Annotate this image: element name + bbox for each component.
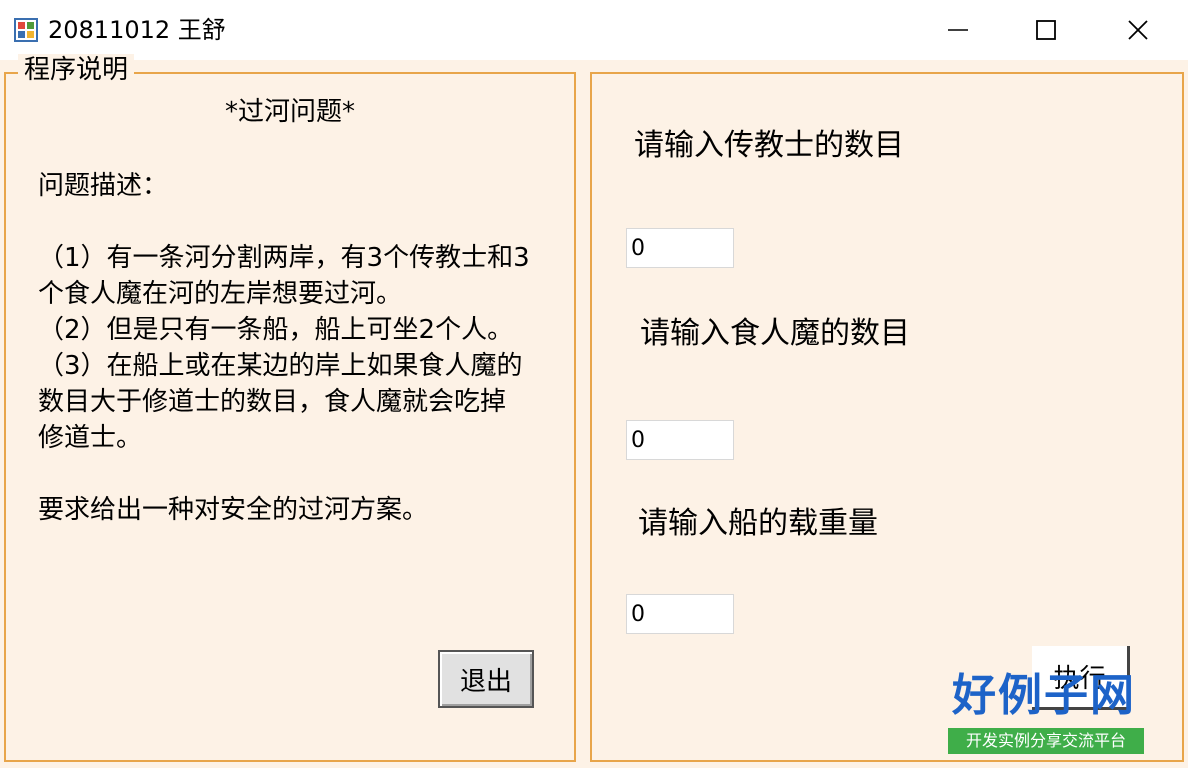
desc-line: 修道士。 <box>38 423 143 453</box>
window-title: 20811012 王舒 <box>48 16 226 44</box>
watermark-logo-text: 好例子网 <box>952 670 1136 721</box>
cannibal-count-input[interactable] <box>626 420 734 460</box>
requirement-text: 要求给出一种对安全的过河方案。 <box>38 495 429 525</box>
minimize-icon <box>948 29 968 31</box>
missionary-count-input[interactable] <box>626 228 734 268</box>
maximize-icon <box>1036 20 1056 40</box>
desc-line: （3）在船上或在某边的岸上如果食人魔的 <box>38 351 523 381</box>
desc-title: 问题描述： <box>38 171 169 201</box>
exit-button[interactable]: 退出 <box>438 650 534 708</box>
app-icon <box>14 18 38 42</box>
title-bar: 20811012 王舒 <box>0 0 1188 60</box>
boat-capacity-label: 请输入船的载重量 <box>638 506 878 541</box>
problem-heading: *过河问题* <box>224 97 355 127</box>
client-area: 程序说明 *过河问题* 问题描述： （1）有一条河分割两岸，有3个传教士和3 个… <box>0 54 1188 768</box>
site-watermark: 好例子网 开发实例分享交流平台 <box>948 668 1144 760</box>
program-description-group: 程序说明 *过河问题* 问题描述： （1）有一条河分割两岸，有3个传教士和3 个… <box>4 54 576 762</box>
group-legend: 程序说明 <box>18 54 135 86</box>
problem-description: 问题描述： （1）有一条河分割两岸，有3个传教士和3 个食人魔在河的左岸想要过河… <box>38 168 568 528</box>
missionary-count-label: 请输入传教士的数目 <box>634 128 904 163</box>
desc-line: 个食人魔在河的左岸想要过河。 <box>38 279 403 309</box>
desc-line: （2）但是只有一条船，船上可坐2个人。 <box>38 315 514 345</box>
close-icon <box>1128 20 1148 40</box>
minimize-button[interactable] <box>912 0 1004 60</box>
input-group: 请输入传教士的数目 请输入食人魔的数目 请输入船的载重量 执行 <box>590 72 1184 762</box>
desc-line: （1）有一条河分割两岸，有3个传教士和3 <box>38 243 530 273</box>
close-button[interactable] <box>1092 0 1184 60</box>
maximize-button[interactable] <box>1000 0 1092 60</box>
desc-line: 数目大于修道士的数目，食人魔就会吃掉 <box>38 387 507 417</box>
watermark-tagline: 开发实例分享交流平台 <box>948 728 1144 754</box>
cannibal-count-label: 请输入食人魔的数目 <box>640 316 910 351</box>
boat-capacity-input[interactable] <box>626 594 734 634</box>
